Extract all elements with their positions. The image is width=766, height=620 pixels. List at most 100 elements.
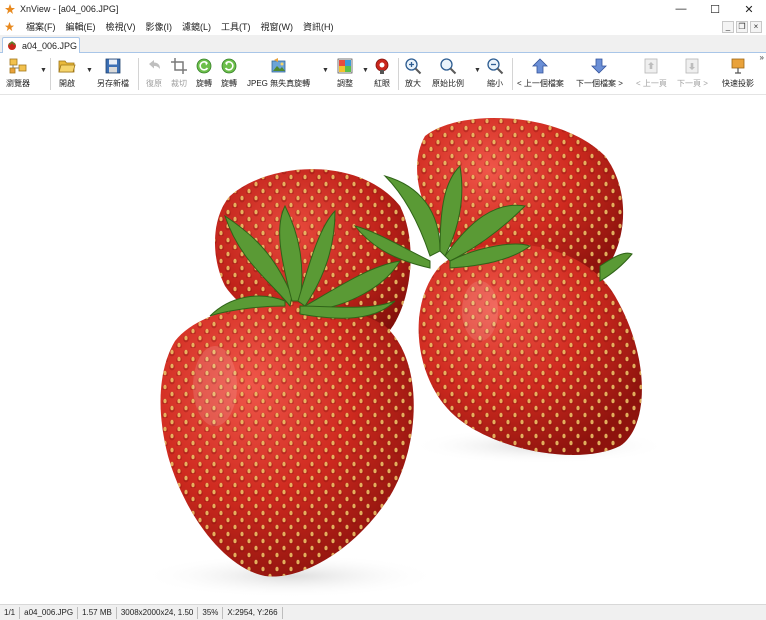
rotate-right-button[interactable]: 旋轉	[220, 57, 238, 93]
image-file-icon	[8, 40, 16, 50]
next-page-button[interactable]: 下一頁 >	[677, 57, 708, 93]
crop-icon	[171, 58, 187, 74]
floppy-disk-icon	[105, 58, 121, 74]
rotate-right-label: 旋轉	[221, 79, 237, 88]
adjust-label: 調整	[337, 79, 353, 88]
original-ratio-button[interactable]: 原始比例	[432, 57, 464, 93]
menu-image[interactable]: 影像(I)	[141, 20, 178, 33]
original-ratio-label: 原始比例	[432, 79, 464, 88]
zoom-out-button[interactable]: 縮小	[486, 57, 504, 93]
tab-strip: a04_006.JPG	[0, 35, 766, 53]
undo-label: 復原	[146, 79, 162, 88]
browser-icon	[9, 58, 27, 74]
folder-open-icon	[58, 60, 76, 73]
red-eye-button[interactable]: 紅眼	[373, 57, 391, 93]
xnview-logo-icon	[5, 4, 15, 14]
red-eye-icon	[375, 58, 389, 74]
undo-icon	[149, 60, 160, 69]
next-page-label: 下一頁 >	[677, 79, 708, 88]
open-button[interactable]: 開啟	[58, 57, 76, 93]
zoom-in-icon	[405, 58, 422, 75]
jpeg-lossless-rotate-button[interactable]: JPEG 無失真旋轉	[247, 57, 310, 93]
crop-button[interactable]: 裁切	[170, 57, 188, 93]
browser-dropdown-icon[interactable]: ▼	[40, 67, 47, 74]
zoom-out-label: 縮小	[487, 79, 503, 88]
menu-window[interactable]: 視窗(W)	[256, 20, 299, 33]
menu-help[interactable]: 資訊(H)	[298, 20, 339, 33]
page-next-icon	[686, 58, 699, 74]
status-filesize: 1.57 MB	[78, 606, 117, 619]
menu-tools[interactable]: 工具(T)	[216, 20, 256, 33]
zoom-out-icon	[487, 58, 504, 75]
menu-edit[interactable]: 編輯(E)	[61, 20, 101, 33]
strawberries-image	[140, 117, 670, 598]
tab-label: a04_006.JPG	[22, 40, 78, 51]
save-as-button[interactable]: 另存新檔	[97, 57, 129, 93]
previous-page-button[interactable]: < 上一頁	[636, 57, 667, 93]
jpeg-lossless-rotate-label: JPEG 無失真旋轉	[247, 79, 311, 88]
browser-label: 瀏覽器	[6, 79, 30, 88]
jpeg-dropdown-icon[interactable]: ▼	[322, 67, 329, 74]
title-bar: XnView - [a04_006.JPG] — ☐ ✕	[0, 0, 766, 18]
mdi-close-button[interactable]: ×	[750, 20, 762, 33]
document-menu-icon[interactable]	[4, 21, 15, 32]
toolbar-separator	[138, 58, 139, 90]
adjust-button[interactable]: 調整	[336, 57, 354, 93]
strawberry-front-left	[160, 303, 414, 577]
toolbar: 瀏覽器 ▼ 開啟 ▼ 另存新檔 復原 裁切 旋轉 旋轉 JPEG 無失真旋轉 ▼…	[0, 53, 766, 95]
toolbar-separator	[512, 58, 513, 90]
slideshow-label: 快速投影	[722, 79, 754, 88]
adjust-dropdown-icon[interactable]: ▼	[362, 67, 369, 74]
status-zoom: 35%	[198, 606, 224, 619]
close-button[interactable]: ✕	[732, 0, 766, 18]
browser-button[interactable]: 瀏覽器	[6, 57, 30, 93]
red-eye-label: 紅眼	[374, 79, 390, 88]
mdi-restore-button[interactable]: ❐	[736, 20, 748, 33]
page-prev-icon	[645, 58, 658, 74]
rotate-left-button[interactable]: 旋轉	[195, 57, 213, 93]
window-title: XnView - [a04_006.JPG]	[20, 4, 119, 14]
menu-bar: 檔案(F) 編輯(E) 檢視(V) 影像(I) 濾鏡(L) 工具(T) 視窗(W…	[0, 18, 766, 35]
save-as-label: 另存新檔	[97, 79, 129, 88]
rotate-left-icon	[196, 58, 212, 74]
undo-button[interactable]: 復原	[145, 57, 163, 93]
arrow-up-icon	[532, 58, 549, 74]
previous-file-button[interactable]: < 上一個檔案	[517, 57, 564, 93]
status-index: 1/1	[0, 606, 21, 619]
rotate-left-label: 旋轉	[196, 79, 212, 88]
mdi-minimize-button[interactable]: _	[722, 20, 734, 33]
open-dropdown-icon[interactable]: ▼	[86, 67, 93, 74]
next-file-button[interactable]: 下一個檔案 >	[576, 57, 623, 93]
toolbar-separator	[50, 58, 51, 90]
zoom-dropdown-icon[interactable]: ▼	[474, 67, 481, 74]
toolbar-overflow-button[interactable]: »	[760, 53, 764, 62]
menu-filter[interactable]: 濾鏡(L)	[177, 20, 216, 33]
window-controls: — ☐ ✕	[664, 0, 766, 18]
rotate-right-icon	[221, 58, 237, 74]
slideshow-icon	[731, 58, 745, 74]
status-cursor-position: X:2954, Y:266	[223, 606, 283, 619]
next-file-label: 下一個檔案 >	[576, 79, 623, 88]
status-filename: a04_006.JPG	[20, 606, 79, 619]
open-label: 開啟	[59, 79, 75, 88]
minimize-button[interactable]: —	[664, 0, 698, 18]
crop-label: 裁切	[171, 79, 187, 88]
previous-file-label: < 上一個檔案	[517, 79, 564, 88]
adjust-icon	[337, 58, 353, 74]
menu-view[interactable]: 檢視(V)	[101, 20, 141, 33]
mdi-controls: _ ❐ ×	[722, 18, 762, 35]
arrow-down-icon	[591, 58, 608, 74]
toolbar-separator	[398, 58, 399, 90]
status-bar: 1/1 a04_006.JPG 1.57 MB 3008x2000x24, 1.…	[0, 604, 766, 620]
jpeg-rotate-icon	[271, 58, 285, 73]
menu-file[interactable]: 檔案(F)	[21, 20, 61, 33]
slideshow-button[interactable]: 快速投影	[722, 57, 754, 93]
status-dimensions: 3008x2000x24, 1.50	[117, 606, 199, 619]
zoom-in-label: 放大	[405, 79, 421, 88]
zoom-in-button[interactable]: 放大	[404, 57, 422, 93]
tab-a04-006[interactable]: a04_006.JPG	[2, 37, 80, 53]
zoom-original-icon	[440, 58, 457, 75]
image-viewer[interactable]	[0, 96, 766, 604]
maximize-button[interactable]: ☐	[698, 0, 732, 18]
previous-page-label: < 上一頁	[636, 79, 667, 88]
